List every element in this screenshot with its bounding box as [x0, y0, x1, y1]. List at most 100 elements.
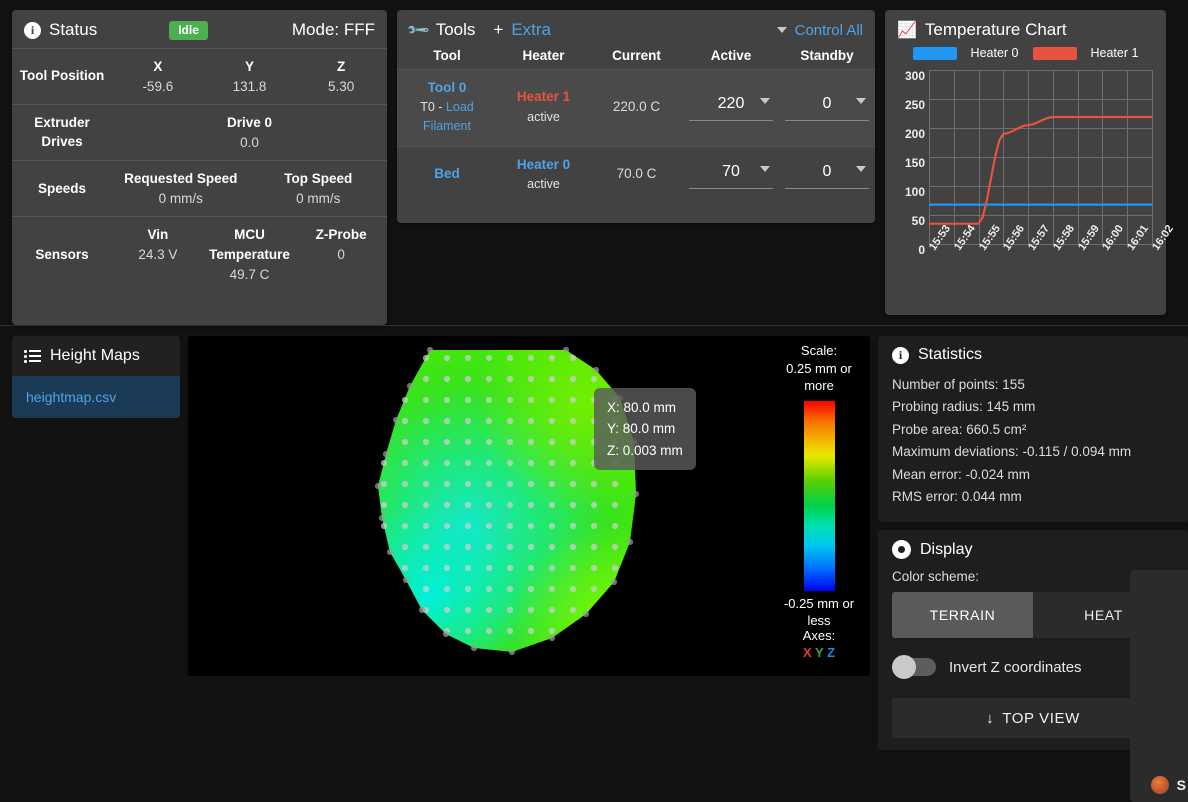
active-temp-value: 70 — [722, 162, 740, 180]
status-row-label: Tool Position — [19, 68, 105, 84]
probe-point — [464, 354, 472, 362]
bed-link[interactable]: Bed — [397, 164, 497, 184]
chart-line-heater-1 — [929, 115, 1152, 225]
probe-point — [485, 417, 493, 425]
tool-sub: T0 - Load Filament — [397, 98, 497, 136]
chevron-down-icon[interactable] — [760, 165, 770, 172]
probe-point — [464, 543, 472, 551]
chevron-down-icon[interactable] — [760, 98, 770, 105]
overlay-footer[interactable]: S — [1150, 776, 1186, 794]
probe-point — [443, 564, 451, 572]
probe-point — [548, 501, 556, 509]
col-active: Active — [710, 48, 752, 63]
probe-point — [506, 543, 514, 551]
heightmap-canvas[interactable]: X: 80.0 mm Y: 80.0 mm Z: 0.003 mm Scale:… — [188, 336, 870, 676]
probe-point — [422, 480, 430, 488]
chart-line-icon: 📈 — [897, 22, 917, 39]
probe-point — [548, 627, 556, 635]
control-all-link[interactable]: Control All — [795, 22, 863, 39]
heater-name[interactable]: Heater 0 — [497, 155, 590, 175]
probe-point — [569, 543, 577, 551]
add-tool-button[interactable]: + — [493, 20, 503, 40]
download-arrow-icon: ↓ — [986, 709, 995, 727]
stat-probing-radius: Probing radius: 145 mm — [892, 399, 1036, 415]
chart-header: 📈 Temperature Chart — [885, 10, 1166, 48]
tab-terrain[interactable]: TERRAIN — [892, 592, 1033, 639]
probe-point — [422, 417, 430, 425]
probe-point — [506, 522, 514, 530]
chart-legend: Heater 0 Heater 1 — [885, 46, 1166, 60]
probe-point — [569, 375, 577, 383]
control-all-group[interactable]: Control All — [776, 22, 863, 39]
col-heater: Heater — [522, 48, 565, 63]
col-current: Current — [612, 48, 661, 63]
status-cell-value: -59.6 — [142, 78, 174, 94]
chevron-down-icon[interactable] — [856, 98, 866, 105]
probe-point — [443, 606, 451, 614]
col-tool: Tool — [433, 48, 461, 63]
tool-name-link[interactable]: Tool 0 — [397, 78, 497, 98]
tools-panel: 🔧 Tools + Extra Control All Tool Heater … — [397, 10, 875, 223]
probe-point — [380, 459, 388, 467]
probe-point — [590, 564, 598, 572]
chart-y-axis: 0 50 100 150 200 250 300 — [895, 69, 925, 257]
probe-point-edge — [418, 606, 426, 614]
probe-point — [443, 459, 451, 467]
probe-point — [422, 522, 430, 530]
probe-point — [422, 459, 430, 467]
standby-temp-input[interactable]: 0 — [785, 92, 869, 122]
col-standby: Standby — [800, 48, 854, 63]
probe-point — [422, 354, 430, 362]
chart-x-axis: 15:53 15:54 15:55 15:56 15:57 15:58 15:59 16:00… — [927, 223, 1176, 282]
color-scale-bar — [803, 400, 835, 591]
extra-link[interactable]: Extra — [511, 20, 551, 40]
status-row-speeds: Speeds Requested Speed 0 mm/s Top Speed … — [12, 160, 387, 216]
list-item[interactable]: heightmap.csv — [12, 376, 180, 418]
chevron-down-icon[interactable] — [776, 27, 787, 33]
probe-point-edge — [374, 482, 382, 490]
active-temp-input[interactable]: 70 — [689, 160, 773, 189]
probe-point — [569, 585, 577, 593]
status-cell-value: 0.0 — [240, 134, 259, 150]
probe-point — [443, 354, 451, 362]
probe-point — [548, 606, 556, 614]
chevron-down-icon[interactable] — [856, 165, 866, 172]
status-row-label: Sensors — [35, 246, 89, 262]
overlay-panel-sliver[interactable] — [1130, 570, 1188, 802]
axes-letters: X Y Z — [782, 645, 856, 660]
invert-z-label: Invert Z coordinates — [949, 658, 1082, 676]
status-cell-mcu-temperature: MCU Temperature 49.7 C — [204, 225, 296, 284]
tool-sub-prefix: T0 - — [420, 100, 446, 115]
probe-point — [506, 585, 514, 593]
probe-point — [548, 543, 556, 551]
probe-point — [569, 606, 577, 614]
probe-point — [443, 417, 451, 425]
legend-swatch-heater0 — [912, 46, 957, 60]
probe-point — [548, 522, 556, 530]
active-temp-input[interactable]: 220 — [689, 92, 773, 122]
heater-name[interactable]: Heater 1 — [497, 87, 590, 107]
probe-point — [464, 459, 472, 467]
tool-cell: Tool 0 T0 - Load Filament — [397, 78, 497, 136]
temperature-chart-panel: 📈 Temperature Chart Heater 0 Heater 1 0 5… — [885, 10, 1176, 315]
status-cell-key: MCU Temperature — [209, 227, 290, 262]
height-maps-header: Height Maps — [12, 336, 180, 376]
axis-y-label: Y — [815, 645, 824, 660]
status-badge: Idle — [169, 20, 208, 40]
probe-point — [569, 354, 577, 362]
probe-point — [548, 354, 556, 362]
probe-point-edge — [610, 578, 618, 586]
active-cell: 220 — [683, 92, 779, 122]
probe-point — [527, 627, 535, 635]
probe-point — [464, 375, 472, 383]
probe-point — [506, 396, 514, 404]
chart-canvas — [929, 70, 1153, 245]
standby-temp-input[interactable]: 0 — [785, 160, 869, 189]
probe-point — [527, 354, 535, 362]
probe-point-edge — [402, 576, 410, 584]
probe-point — [527, 417, 535, 425]
probe-point — [527, 543, 535, 551]
invert-z-toggle[interactable] — [892, 655, 936, 680]
probe-point — [569, 564, 577, 572]
tooltip-x: X: 80.0 mm — [607, 400, 677, 415]
